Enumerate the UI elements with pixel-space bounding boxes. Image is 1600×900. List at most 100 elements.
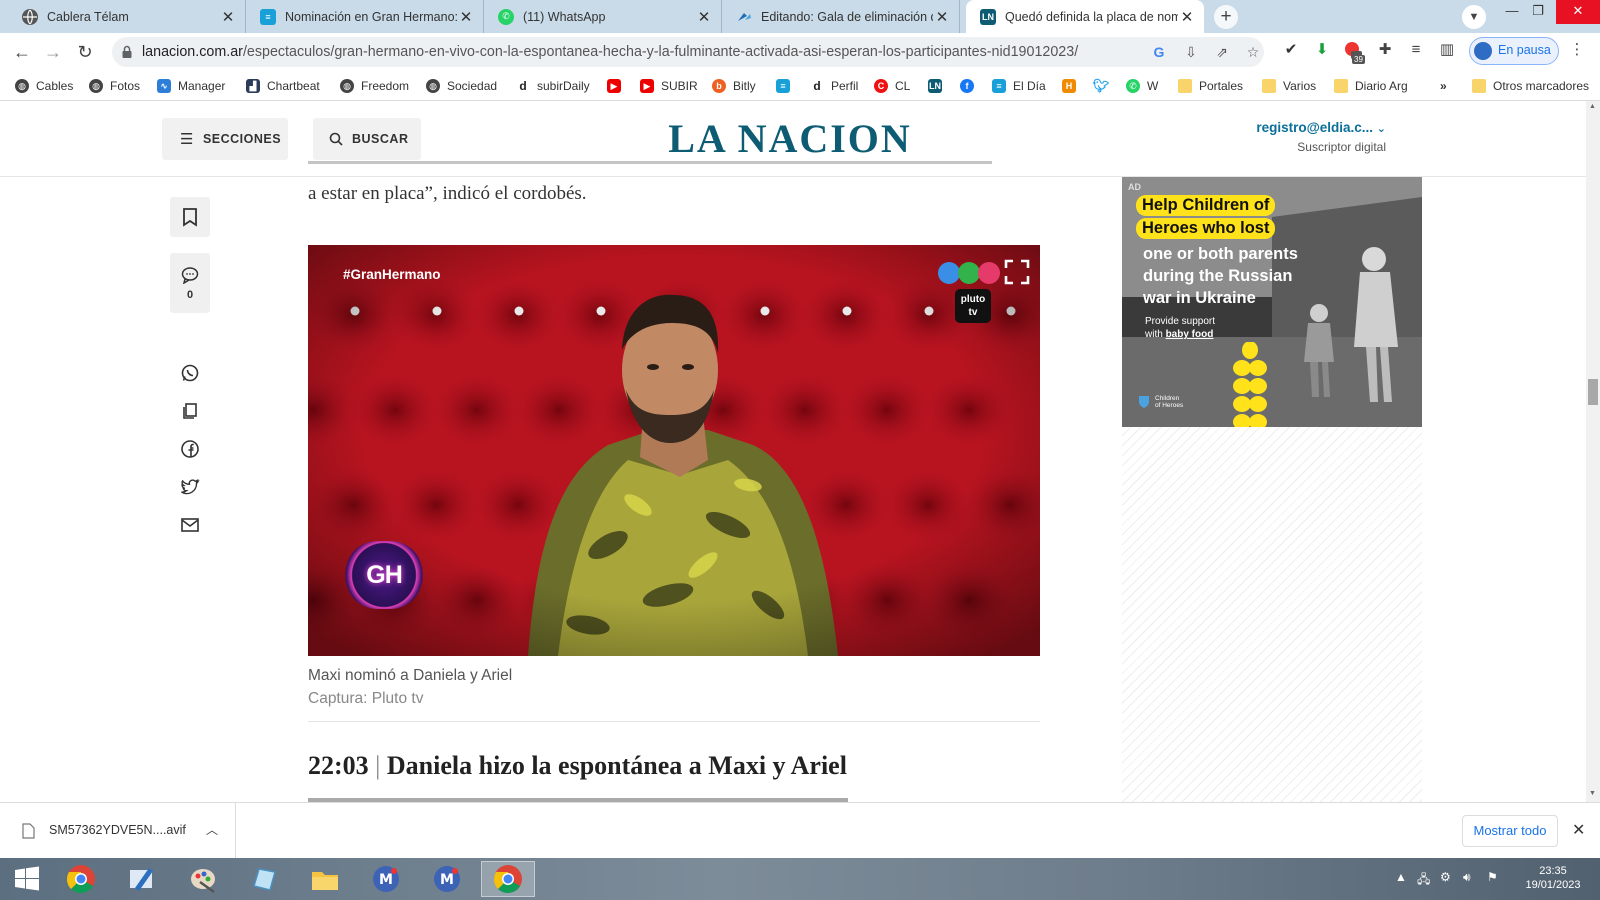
bookmark-item[interactable]: ▟ Chartbeat bbox=[246, 77, 320, 95]
bookmark-item[interactable]: d Perfil bbox=[810, 77, 858, 95]
fullscreen-icon[interactable] bbox=[1004, 259, 1030, 285]
reload-button[interactable]: ↻ bbox=[72, 39, 98, 65]
ad-cta-link[interactable]: baby food bbox=[1166, 329, 1214, 340]
bookmark-item[interactable]: ◍ Sociedad bbox=[426, 77, 497, 95]
tab-whatsapp[interactable]: ✆ (11) WhatsApp ✕ bbox=[484, 0, 722, 33]
close-tab-icon[interactable]: ✕ bbox=[1178, 8, 1196, 26]
taskbar-app-mj[interactable]: M bbox=[359, 861, 413, 897]
manager-icon: ∿ bbox=[157, 79, 171, 93]
bookmark-label: SUBIR bbox=[661, 79, 698, 93]
taskbar-app-mj-2[interactable]: M bbox=[420, 861, 474, 897]
tray-expand-icon[interactable]: ▲ bbox=[1395, 870, 1407, 884]
address-bar[interactable]: lanacion.com.ar/espectaculos/gran-herman… bbox=[112, 37, 1264, 67]
twitter-share-icon[interactable] bbox=[180, 477, 200, 497]
chevron-up-icon[interactable]: ︿ bbox=[206, 821, 218, 838]
download-item[interactable]: SM57362YDVE5N....avif ︿ bbox=[0, 803, 236, 859]
extensions-puzzle-icon[interactable]: ✚ bbox=[1376, 41, 1394, 59]
side-panel-icon[interactable]: ▥ bbox=[1438, 41, 1456, 59]
scroll-up-icon[interactable]: ▲ bbox=[1589, 103, 1596, 110]
scroll-down-icon[interactable]: ▼ bbox=[1589, 790, 1596, 797]
bookmark-folder[interactable]: Varios bbox=[1262, 77, 1316, 95]
account-menu[interactable]: registro@eldia.c... ⌄ Suscriptor digital bbox=[1256, 120, 1386, 154]
system-clock[interactable]: 23:35 19/01/2023 bbox=[1518, 864, 1588, 892]
forward-button[interactable]: → bbox=[40, 39, 66, 65]
share-icon[interactable]: ⇗ bbox=[1213, 43, 1231, 61]
download-extension-icon[interactable]: ⬇ bbox=[1313, 41, 1331, 59]
restore-button[interactable]: ❐ bbox=[1522, 0, 1554, 24]
tab-nominacion[interactable]: ≡ Nominación en Gran Hermano: s ✕ bbox=[246, 0, 484, 33]
reading-list-icon[interactable]: ≡ bbox=[1407, 41, 1425, 59]
bookmark-folder[interactable]: Diario Arg bbox=[1334, 77, 1408, 95]
tab-cablera-telam[interactable]: Cablera Télam ✕ bbox=[8, 0, 246, 33]
save-article-button[interactable] bbox=[170, 197, 210, 237]
bookmark-item[interactable]: ∿ Manager bbox=[157, 77, 225, 95]
start-button[interactable] bbox=[0, 861, 54, 897]
bookmark-item[interactable]: ◍ Freedom bbox=[340, 77, 409, 95]
new-tab-button[interactable]: + bbox=[1214, 5, 1238, 29]
bookmark-item[interactable]: 🐦︎ bbox=[1093, 77, 1115, 95]
sections-button[interactable]: ☰ SECCIONES bbox=[162, 118, 288, 160]
close-tab-icon[interactable]: ✕ bbox=[933, 8, 951, 26]
taskbar-chrome[interactable] bbox=[54, 861, 108, 897]
scrollbar-thumb[interactable] bbox=[1588, 379, 1598, 405]
email-share-icon[interactable] bbox=[180, 515, 200, 535]
bookmark-item[interactable]: ▶ bbox=[607, 77, 628, 95]
site-logo[interactable]: LA NACION bbox=[640, 115, 940, 162]
orange-icon: H bbox=[1062, 79, 1076, 93]
show-all-downloads-button[interactable]: Mostrar todo bbox=[1462, 815, 1558, 847]
bookmark-item[interactable]: f bbox=[960, 77, 981, 95]
whatsapp-share-icon[interactable] bbox=[180, 363, 200, 383]
bookmark-item[interactable]: ◍ Cables bbox=[15, 77, 73, 95]
taskbar-notepad[interactable] bbox=[115, 861, 169, 897]
window-close-button[interactable]: ✕ bbox=[1556, 0, 1600, 24]
shield-icon bbox=[1139, 396, 1149, 408]
profile-pause-button[interactable]: En pausa bbox=[1469, 37, 1559, 65]
d-icon: d bbox=[519, 79, 527, 93]
bookmark-star-icon[interactable]: ☆ bbox=[1244, 43, 1262, 61]
bookmark-folder[interactable]: Portales bbox=[1178, 77, 1243, 95]
bookmark-item[interactable]: ▶ SUBIR bbox=[640, 77, 698, 95]
bookmark-item[interactable]: ≡ bbox=[776, 77, 797, 95]
tab-active-lanacion[interactable]: LN Quedó definida la placa de nomi ✕ bbox=[966, 0, 1204, 33]
tab-search-button[interactable]: ▼ bbox=[1462, 5, 1486, 29]
google-translate-icon[interactable]: G bbox=[1150, 43, 1168, 61]
facebook-share-icon[interactable] bbox=[180, 439, 200, 459]
more-bookmarks-button[interactable]: » bbox=[1440, 77, 1447, 95]
close-downloads-icon[interactable]: ✕ bbox=[1572, 820, 1585, 840]
taskbar-chrome-active[interactable] bbox=[481, 861, 535, 897]
sync-icon[interactable]: ⚙ bbox=[1440, 870, 1451, 884]
ad-banner[interactable]: AD Help Children of Heroes who lost one … bbox=[1122, 177, 1422, 427]
browser-menu-icon[interactable]: ⋮ bbox=[1568, 41, 1586, 59]
close-tab-icon[interactable]: ✕ bbox=[219, 8, 237, 26]
bookmark-label: Cables bbox=[36, 79, 74, 93]
bookmark-item[interactable]: LN bbox=[928, 77, 949, 95]
mail-app-icon: M bbox=[434, 866, 460, 892]
close-tab-icon[interactable]: ✕ bbox=[695, 8, 713, 26]
other-bookmarks-folder[interactable]: Otros marcadores bbox=[1472, 77, 1589, 95]
bookmark-item[interactable]: H bbox=[1062, 77, 1083, 95]
bookmark-item[interactable]: ≡ El Día bbox=[992, 77, 1046, 95]
search-button[interactable]: BUSCAR bbox=[313, 118, 421, 160]
install-icon[interactable]: ⇩ bbox=[1182, 43, 1200, 61]
close-tab-icon[interactable]: ✕ bbox=[457, 8, 475, 26]
bookmark-item[interactable]: b Bitly bbox=[712, 77, 756, 95]
flag-icon[interactable]: ⚑ bbox=[1487, 870, 1498, 884]
comments-button[interactable]: 0 bbox=[170, 253, 210, 313]
taskbar-viewer[interactable] bbox=[237, 861, 291, 897]
bookmark-item[interactable]: C CL bbox=[874, 77, 910, 95]
video-player[interactable]: #GranHermano pluto tv GH bbox=[308, 245, 1040, 656]
bookmark-item[interactable]: ◍ Fotos bbox=[89, 77, 140, 95]
page-scrollbar[interactable]: ▲ ▼ bbox=[1586, 101, 1600, 802]
hamburger-icon: ☰ bbox=[180, 131, 194, 148]
taskbar-paint[interactable] bbox=[176, 861, 230, 897]
volume-icon[interactable]: 🔊︎ bbox=[1463, 870, 1471, 885]
lock-icon[interactable] bbox=[119, 44, 135, 60]
copy-link-icon[interactable] bbox=[180, 401, 200, 421]
taskbar-explorer[interactable] bbox=[298, 861, 352, 897]
tab-editando[interactable]: Editando: Gala de eliminación de ✕ bbox=[722, 0, 960, 33]
checkmark-extension-icon[interactable]: ✔ bbox=[1282, 41, 1300, 59]
network-icon[interactable]: 🖧︎ bbox=[1417, 870, 1430, 891]
bookmark-item[interactable]: ✆ W bbox=[1126, 77, 1158, 95]
back-button[interactable]: ← bbox=[9, 39, 35, 65]
bookmark-item[interactable]: d subirDaily bbox=[516, 77, 589, 95]
